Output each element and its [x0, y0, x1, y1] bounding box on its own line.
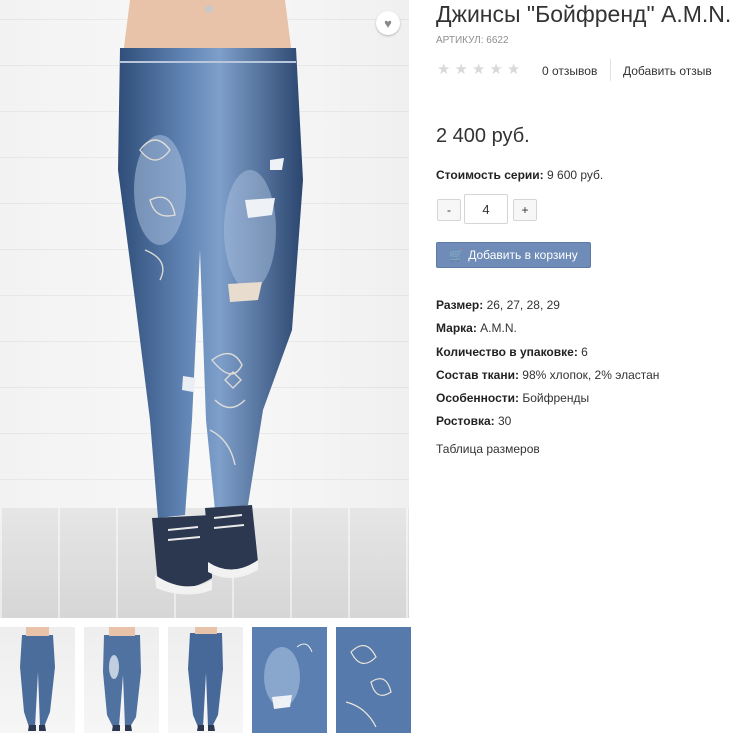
quantity-input[interactable]	[464, 194, 508, 224]
star-icon[interactable]: ★	[489, 62, 502, 77]
add-to-cart-label: Добавить в корзину	[468, 248, 578, 262]
product-attributes: Размер: 26, 27, 28, 29 Марка: A.M.N. Кол…	[436, 294, 659, 434]
add-review-link[interactable]: Добавить отзыв	[623, 64, 712, 78]
attribute-fabric: Состав ткани: 98% хлопок, 2% эластан	[436, 367, 660, 382]
attribute-brand: Марка: A.M.N.	[436, 321, 517, 336]
size-table-link[interactable]: Таблица размеров	[436, 442, 540, 456]
add-to-cart-button[interactable]: 🛒 Добавить в корзину	[436, 242, 591, 268]
heart-icon: ♥	[384, 15, 392, 31]
attribute-size: Размер: 26, 27, 28, 29	[436, 298, 560, 312]
rating-stars[interactable]: ★ ★ ★ ★ ★	[437, 62, 520, 77]
divider	[610, 59, 611, 81]
star-icon[interactable]: ★	[472, 62, 485, 77]
reviews-count[interactable]: 0 отзывов	[542, 64, 597, 78]
star-icon[interactable]: ★	[507, 62, 520, 77]
thumbnail-2[interactable]	[84, 627, 159, 733]
product-title: Джинсы "Бойфренд" A.M.N.	[436, 1, 732, 27]
attribute-features: Особенности: Бойфренды	[436, 391, 590, 406]
series-cost: Стоимость серии: 9 600 руб.	[436, 168, 603, 182]
product-main-image[interactable]: ♥	[0, 0, 409, 618]
thumbnail-4[interactable]	[252, 627, 327, 733]
attribute-pack-quantity: Количество в упаковке: 6	[436, 344, 588, 359]
quantity-increase-button[interactable]: +	[513, 199, 537, 221]
series-cost-value: 9 600 руб.	[547, 168, 604, 182]
jeans-photo	[118, 0, 303, 595]
series-cost-label: Стоимость серии:	[436, 168, 544, 182]
quantity-decrease-button[interactable]: -	[437, 199, 461, 221]
star-icon[interactable]: ★	[437, 62, 450, 77]
star-icon[interactable]: ★	[454, 62, 467, 77]
thumbnail-5[interactable]	[336, 627, 411, 733]
thumbnail-1[interactable]	[0, 627, 75, 733]
product-price: 2 400 руб.	[436, 125, 530, 147]
wishlist-button[interactable]: ♥	[376, 11, 400, 35]
thumbnail-3[interactable]	[168, 627, 243, 733]
product-sku: АРТИКУЛ: 6622	[436, 35, 509, 46]
cart-icon: 🛒	[449, 248, 465, 262]
attribute-height: Ростовка: 30	[436, 414, 512, 429]
